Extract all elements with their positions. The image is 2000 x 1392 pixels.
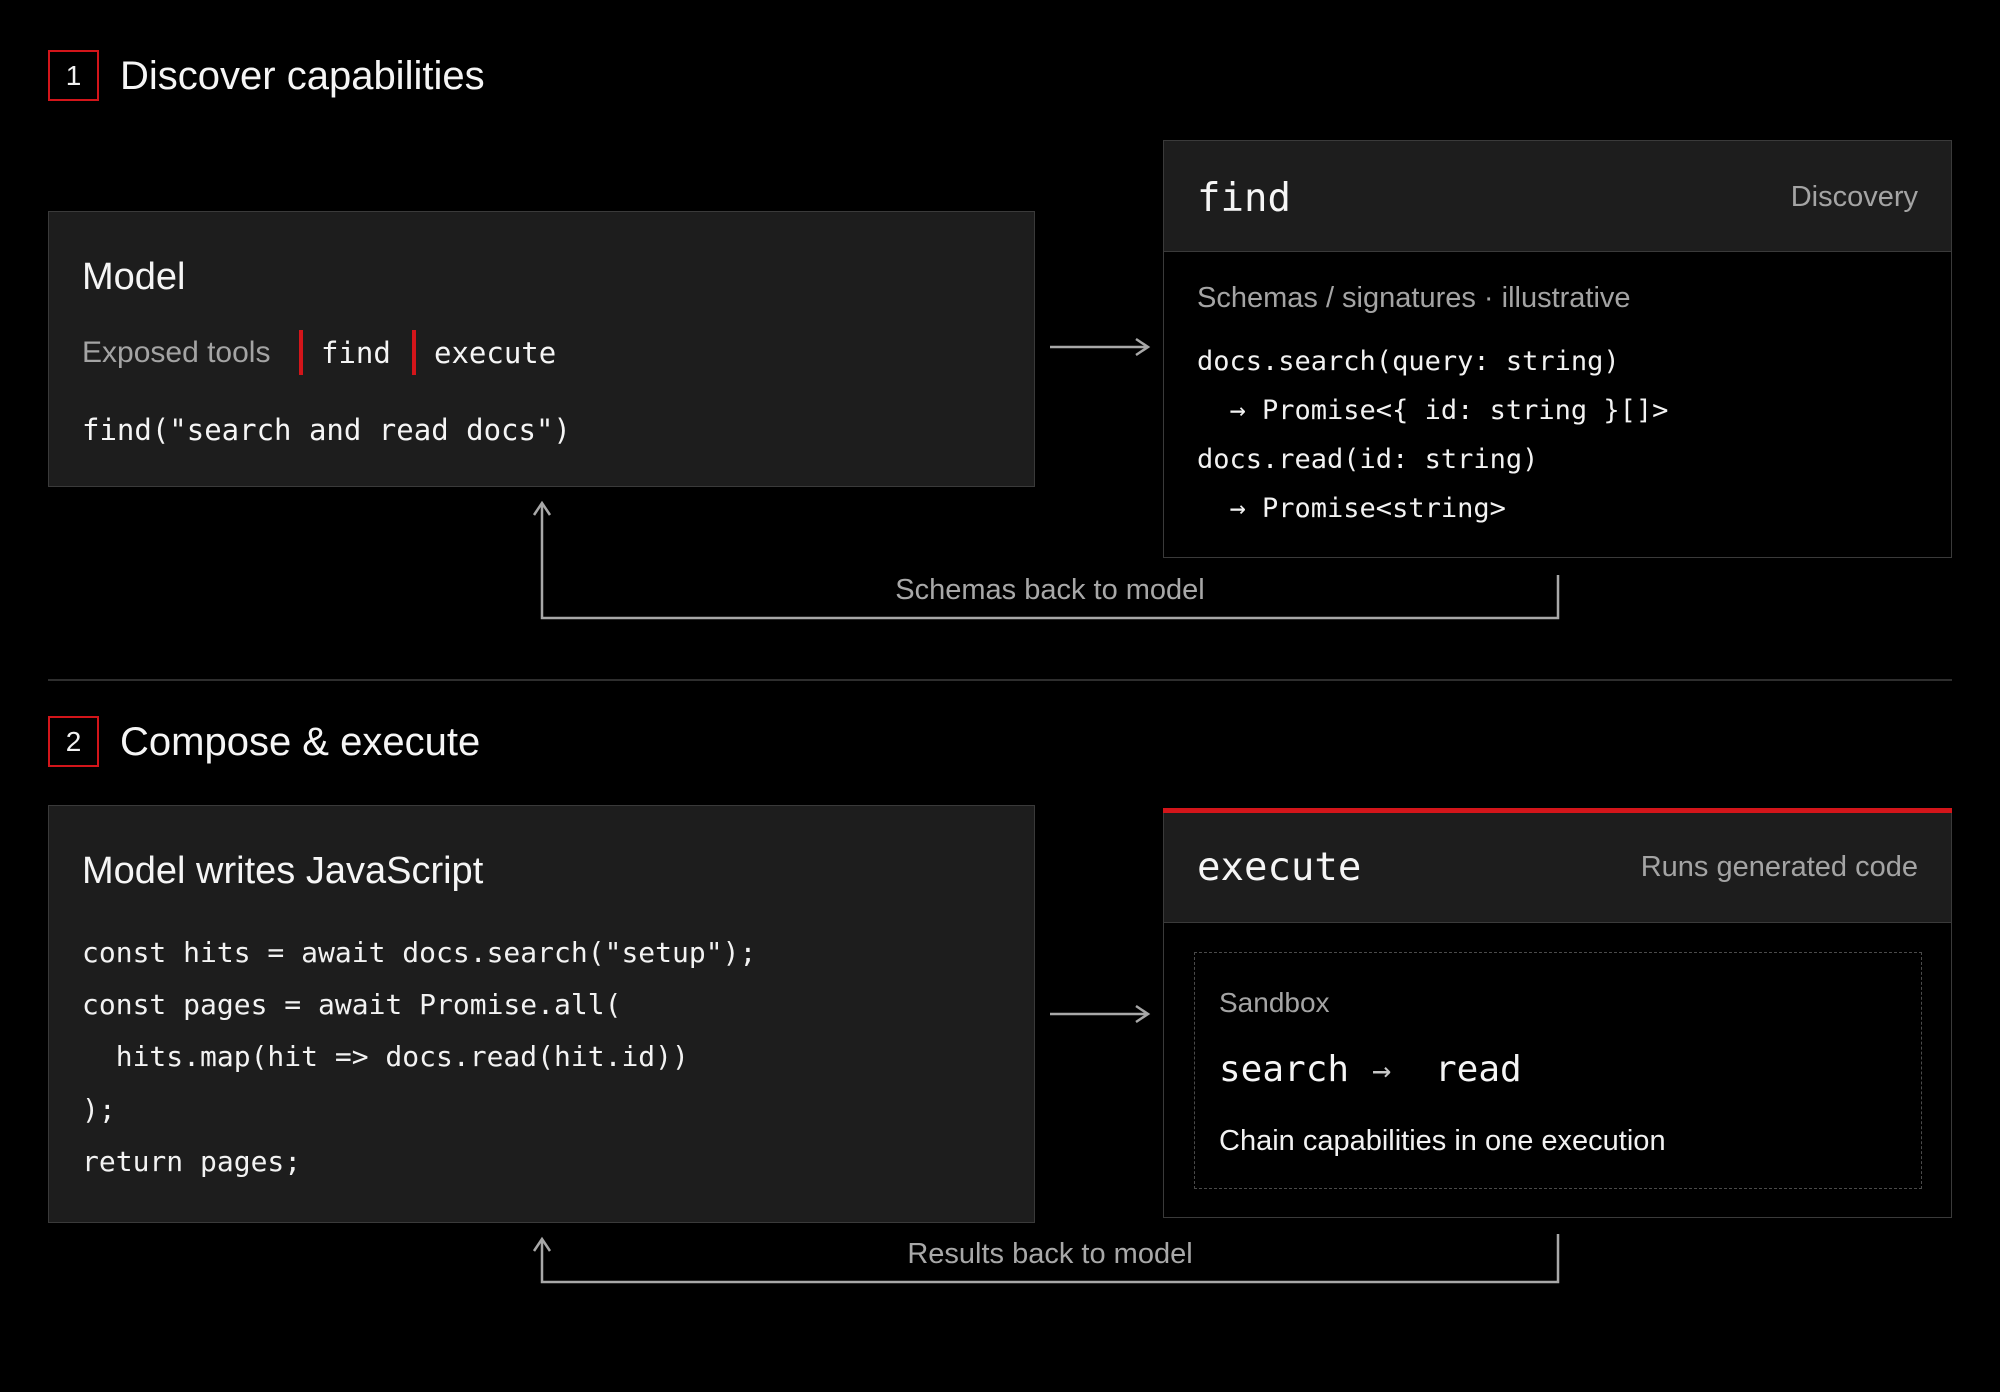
model-code-box: Model writes JavaScript const hits = awa… xyxy=(48,805,1035,1223)
schemas-subtitle: Schemas / signatures · illustrative xyxy=(1197,282,1631,314)
exposed-tools-label: Exposed tools xyxy=(82,336,271,369)
find-tool-header: find Discovery xyxy=(1164,141,1951,252)
results-return-label: Results back to model xyxy=(907,1238,1193,1270)
execute-tool-name: execute xyxy=(1197,845,1362,890)
find-call-code: find("search and read docs") xyxy=(82,413,571,447)
model-code-title: Model writes JavaScript xyxy=(82,850,484,892)
chain-to-capability: read xyxy=(1435,1049,1522,1090)
execute-tool-header: execute Runs generated code xyxy=(1164,813,1951,923)
section-divider xyxy=(48,679,1952,681)
find-tool-name: find xyxy=(1197,176,1291,221)
find-tool-tag: Discovery xyxy=(1790,181,1918,213)
code-line: return pages; xyxy=(82,1145,302,1178)
code-line: const pages = await Promise.all( xyxy=(82,988,622,1021)
arrow-right-icon xyxy=(1050,337,1151,357)
section-title: Discover capabilities xyxy=(120,54,485,98)
execute-tool-box: execute Runs generated code Sandbox sear… xyxy=(1163,808,1952,1218)
code-line: ); xyxy=(82,1093,116,1126)
execute-tool-tag: Runs generated code xyxy=(1640,851,1918,883)
model-title: Model xyxy=(82,256,186,298)
model-box: Model Exposed tools find execute find("s… xyxy=(48,211,1035,487)
sandbox-label: Sandbox xyxy=(1219,987,1330,1018)
step-number-badge: 1 xyxy=(48,50,99,101)
schemas-return-label: Schemas back to model xyxy=(895,574,1205,606)
step-number-badge: 2 xyxy=(48,716,99,767)
sandbox-area: Sandbox search → read Chain capabilities… xyxy=(1194,952,1922,1189)
chain-from-capability: search xyxy=(1219,1049,1350,1090)
signature-line: → Promise<{ id: string }[]> xyxy=(1197,395,1669,426)
code-line: hits.map(hit => docs.read(hit.id)) xyxy=(82,1040,689,1073)
tool-chip-find: find xyxy=(321,336,391,370)
chain-arrow-icon: → xyxy=(1372,1051,1392,1089)
tool-separator xyxy=(299,330,303,375)
code-line: const hits = await docs.search("setup"); xyxy=(82,936,757,969)
tool-chip-execute: execute xyxy=(434,336,557,370)
section-title: Compose & execute xyxy=(120,720,481,764)
signature-line: docs.search(query: string) xyxy=(1197,346,1620,377)
sandbox-caption: Chain capabilities in one execution xyxy=(1219,1125,1666,1157)
signature-line: docs.read(id: string) xyxy=(1197,444,1539,475)
arrow-right-icon xyxy=(1050,1004,1151,1024)
tool-separator xyxy=(412,330,416,375)
